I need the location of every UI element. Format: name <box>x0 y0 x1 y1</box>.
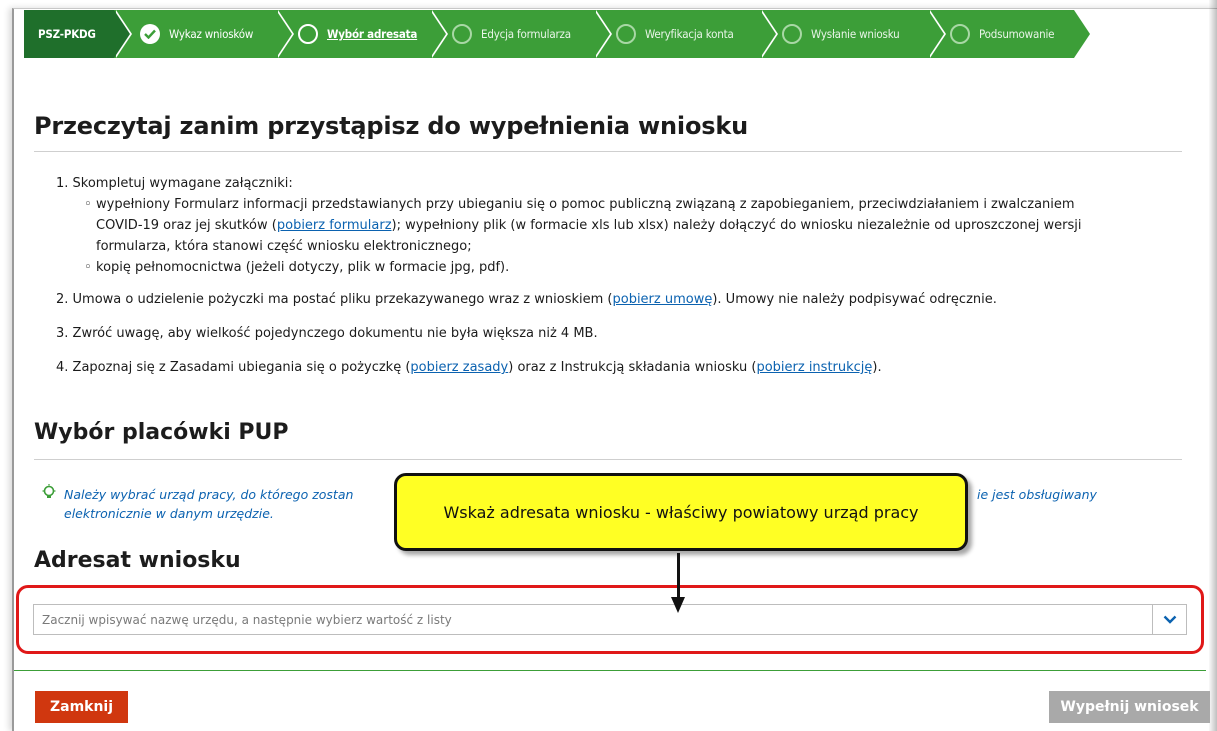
footer-divider <box>14 670 1206 671</box>
step-label: Edycja formularza <box>481 27 571 41</box>
highlight-frame <box>16 585 1204 654</box>
section-title-adresat: Adresat wniosku <box>34 548 241 573</box>
list-item-text: wypełniony Formularz informacji przedsta… <box>96 197 1075 212</box>
list-item: 4. Zapoznaj się z Zasadami ubiegania się… <box>56 357 882 378</box>
step-label: Podsumowanie <box>979 27 1055 41</box>
list-item: 3. Zwróć uwagę, aby wielkość pojedynczeg… <box>56 323 598 344</box>
list-subitem-cont: formularza, która stanowi część wniosku … <box>96 236 1196 257</box>
pending-step-circle-icon <box>616 24 636 44</box>
download-contract-link[interactable]: pobierz umowę <box>612 292 712 307</box>
callout-arrow-line <box>677 553 680 603</box>
instruction-callout: Wskaż adresata wniosku - właściwy powiat… <box>394 473 968 551</box>
list-item-text: ); wypełniony plik (w formacie xls lub x… <box>391 218 1082 233</box>
step-weryfikacja-konta[interactable]: Weryfikacja konta <box>594 10 778 58</box>
list-item-text: ) oraz z Instrukcją składania wniosku ( <box>508 360 757 375</box>
step-edycja-formularza[interactable]: Edycja formularza <box>430 10 612 58</box>
bullet-icon: ◦ <box>84 260 92 275</box>
hint-text-part: ie jest obsługiwany <box>977 487 1097 502</box>
step-wyslanie-wniosku[interactable]: Wysłanie wniosku <box>760 10 946 58</box>
list-item: 1. Skompletuj wymagane załączniki: <box>56 173 293 194</box>
section-title-pup: Wybór placówki PUP <box>34 420 289 445</box>
list-item-text: kopię pełnomocnictwa (jeżeli dotyczy, pl… <box>96 260 510 275</box>
window-shadow <box>1209 0 1217 731</box>
arrow-down-icon <box>671 597 685 613</box>
step-wykaz-wnioskow[interactable]: Wykaz wniosków <box>114 10 294 58</box>
brand-badge: PSZ-PKDG <box>24 10 132 58</box>
download-form-link[interactable]: pobierz formularz <box>277 218 392 233</box>
list-item-text: 4. Zapoznaj się z Zasadami ubiegania się… <box>56 360 411 375</box>
list-subitem: ◦ kopię pełnomocnictwa (jeżeli dotyczy, p… <box>84 257 1184 278</box>
download-rules-link[interactable]: pobierz zasady <box>410 360 508 375</box>
fill-application-button[interactable]: Wypełnij wniosek <box>1049 691 1210 723</box>
hint-text-part: Należy wybrać urząd pracy, do którego zo… <box>64 487 354 502</box>
list-item-text: formularza, która stanowi część wniosku … <box>96 239 472 254</box>
close-button[interactable]: Zamknij <box>35 691 128 723</box>
step-label: Wybór adresata <box>327 27 418 41</box>
list-item-text: ). <box>872 360 882 375</box>
list-item-text: 3. Zwróć uwagę, aby wielkość pojedynczeg… <box>56 326 598 341</box>
download-instruction-link[interactable]: pobierz instrukcję <box>756 360 872 375</box>
page-title: Przeczytaj zanim przystąpisz do wypełnie… <box>34 112 748 140</box>
bullet-icon: ◦ <box>84 197 92 212</box>
step-label: Wysłanie wniosku <box>811 27 900 41</box>
brand-label: PSZ-PKDG <box>38 27 96 41</box>
check-circle-icon <box>140 24 160 44</box>
list-item-text: 1. Skompletuj wymagane załączniki: <box>56 176 293 191</box>
wizard-stepper: PSZ-PKDG Wykaz wniosków Wybór adresata E… <box>10 10 1207 58</box>
step-wybor-adresata[interactable]: Wybór adresata <box>276 10 448 58</box>
pending-step-circle-icon <box>782 24 802 44</box>
current-step-circle-icon <box>298 24 318 44</box>
divider <box>34 459 1182 460</box>
callout-text: Wskaż adresata wniosku - właściwy powiat… <box>443 502 919 522</box>
pending-step-circle-icon <box>950 24 970 44</box>
list-item-text: ). Umowy nie należy podpisywać odręcznie… <box>712 292 997 307</box>
list-item: 2. Umowa o udzielenie pożyczki ma postać… <box>56 289 997 310</box>
step-label: Weryfikacja konta <box>645 27 734 41</box>
step-podsumowanie[interactable]: Podsumowanie <box>928 10 1092 58</box>
list-subitem: ◦ wypełniony Formularz informacji przedst… <box>84 194 1184 215</box>
step-label: Wykaz wniosków <box>169 27 254 41</box>
list-item-text: 2. Umowa o udzielenie pożyczki ma postać… <box>56 292 613 307</box>
list-subitem-cont: COVID-19 oraz jej skutków (pobierz formu… <box>96 215 1196 236</box>
pending-step-circle-icon <box>452 24 472 44</box>
divider <box>34 151 1182 152</box>
list-item-text: COVID-19 oraz jej skutków ( <box>96 218 277 233</box>
